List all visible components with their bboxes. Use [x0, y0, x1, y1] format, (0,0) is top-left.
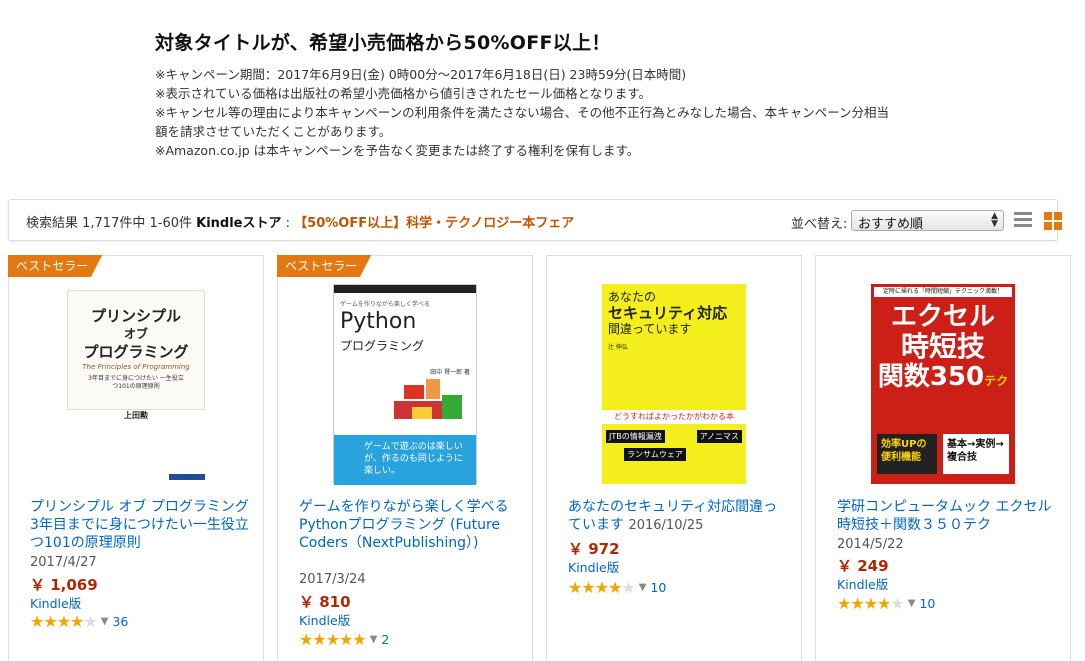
- product-title-link[interactable]: あなたのセキュリティ対応間違っています 2016/10/25: [568, 498, 790, 535]
- product-date: 2017/4/27: [30, 555, 97, 570]
- product-date: 2017/3/24: [299, 572, 366, 587]
- cover-box: 効率UPの便利機能: [877, 434, 937, 474]
- cover-top-text: ゲームを作りながら楽しく学べる: [340, 301, 430, 308]
- cover-tag: JTBの情報漏洩: [606, 430, 665, 443]
- product-price: ￥ 1,069: [30, 576, 98, 594]
- review-count[interactable]: 10: [919, 596, 935, 611]
- cover-title-line: オブ: [123, 327, 148, 341]
- bestseller-badge: ベストセラー: [277, 255, 372, 277]
- results-count-text: 検索結果 1,717件中 1-60件: [26, 216, 197, 231]
- product-price: ￥ 810: [299, 593, 351, 611]
- product-date-line: 2014/5/22: [837, 535, 1059, 554]
- select-arrows-icon: ▲ ▼: [991, 211, 998, 229]
- product-title-link[interactable]: プリンシプル オブ プログラミング 3年目までに身につけたい一生役立つ101の原…: [30, 498, 252, 552]
- cover-tag: アノニマス: [696, 430, 742, 443]
- product-title: ゲームを作りながら楽しく学べるPythonプログラミング (Future Cod…: [299, 499, 509, 551]
- cover-side: 基本→実例→複合技: [943, 434, 1009, 474]
- chevron-down-icon: ▼: [369, 633, 378, 645]
- promo-line: ※表示されている価格は出版社の希望小売価格から値引きされたセール価格となります。: [155, 86, 651, 101]
- product-date: 2014/5/22: [837, 537, 904, 552]
- cover-banner: どうすればよかったかがわかる本: [602, 410, 746, 424]
- format-link[interactable]: Kindle版: [568, 557, 619, 576]
- product-card: あなたの セキュリティ対応 間違っています 辻 伸弘 どうすればよかったかがわか…: [546, 255, 802, 661]
- star-rating-icon: ★★★★★: [30, 611, 98, 631]
- cover-author: 田中 賢一郎 著: [430, 369, 470, 376]
- product-date: 2016/10/25: [628, 518, 704, 533]
- book-cover[interactable]: あなたの セキュリティ対応 間違っています 辻 伸弘 どうすればよかったかがわか…: [602, 284, 746, 484]
- product-date-line: 2017/3/24: [299, 570, 521, 589]
- promo-line: ※キャンペーン期間：2017年6月9日(金) 0時00分〜2017年6月18日(…: [155, 67, 687, 82]
- star-rating-icon: ★★★★★: [299, 629, 367, 649]
- store-name: Kindleストア: [196, 216, 282, 231]
- rating[interactable]: ★★★★★ ▼ 10: [837, 593, 935, 613]
- cover-title-line: 間違っています: [608, 322, 692, 336]
- cover-title-line: プログラミング: [83, 343, 189, 361]
- sort-label: 並べ替え:: [791, 217, 848, 232]
- cover-title-line: セキュリティ対応: [608, 304, 728, 322]
- grid-view-icon[interactable]: [1044, 212, 1062, 230]
- promo-headline: 対象タイトルが、希望小売価格から50%OFF以上！: [155, 32, 611, 54]
- rating[interactable]: ★★★★★ ▼ 36: [30, 611, 128, 631]
- publisher-logo: [169, 474, 205, 480]
- review-count[interactable]: 2: [381, 632, 389, 647]
- product-title: 学研コンピュータムック エクセル時短技＋関数３５０テク: [837, 499, 1052, 533]
- product-title-link[interactable]: 学研コンピュータムック エクセル時短技＋関数３５０テク: [837, 498, 1059, 534]
- format-link[interactable]: Kindle版: [30, 593, 81, 612]
- review-count[interactable]: 36: [112, 614, 128, 629]
- cover-title-line: 関数350テク: [877, 362, 1009, 392]
- chevron-down-icon: ▼: [100, 615, 109, 627]
- star-rating-icon: ★★★★★: [568, 577, 636, 597]
- promo-line: ※Amazon.co.jp は本キャンペーンを予告なく変更または終了する権利を保…: [155, 143, 640, 158]
- cover-title-line: あなたの: [608, 290, 657, 304]
- cover-subtitle: プログラミング: [340, 339, 425, 353]
- star-rating-icon: ★★★★★: [837, 593, 905, 613]
- bestseller-badge: ベストセラー: [8, 255, 103, 277]
- product-card: ベストセラー ゲームを作りながら楽しく学べる Python プログラミング 田中…: [277, 255, 533, 661]
- cover-title-line: プリンシプル: [90, 307, 181, 325]
- book-cover[interactable]: プリンシプル オブ プログラミング The Principles of Prog…: [67, 290, 205, 410]
- cover-author: 上田勲: [124, 411, 148, 420]
- cover-main-title: Python: [340, 309, 417, 334]
- sort-select[interactable]: おすすめ順 ▲ ▼: [851, 210, 1004, 232]
- product-price: ￥ 249: [837, 557, 889, 575]
- product-card: ベストセラー プリンシプル オブ プログラミング The Principles …: [8, 255, 264, 661]
- results-count: 検索結果 1,717件中 1-60件 Kindleストア : 【50%OFF以上…: [26, 212, 574, 231]
- results-separator: :: [281, 216, 295, 231]
- rating[interactable]: ★★★★★ ▼ 10: [568, 577, 666, 597]
- promo-section: 対象タイトルが、希望小売価格から50%OFF以上！ ※キャンペーン期間：2017…: [155, 28, 955, 160]
- chevron-down-icon: ▼: [638, 581, 647, 593]
- product-price: ￥ 972: [568, 540, 620, 558]
- list-view-icon[interactable]: [1014, 212, 1032, 228]
- sort-value: おすすめ順: [858, 217, 924, 232]
- cover-title-line: エクセル: [890, 302, 995, 332]
- cover-top-text: 定時に帰れる「時間短縮」テクニック満載！: [874, 287, 1012, 297]
- cover-tag: ランサムウェア: [624, 448, 686, 461]
- promo-line: 額を請求させていただくことがあります。: [155, 124, 392, 139]
- format-link[interactable]: Kindle版: [837, 574, 888, 593]
- chevron-down-icon: ▼: [907, 597, 916, 609]
- cover-note: ゲームで遊ぶのは楽しいが、作るのも同じように楽しい。: [334, 435, 476, 485]
- product-date-line: 2017/4/27: [30, 553, 252, 572]
- cover-subtitle: 3年目までに身につけたい 一生役立つ101の原理原則: [88, 375, 184, 390]
- book-cover[interactable]: 定時に帰れる「時間短縮」テクニック満載！ エクセル 時短技 関数350テク 効率…: [871, 284, 1015, 484]
- product-title: プリンシプル オブ プログラミング 3年目までに身につけたい一生役立つ101の原…: [30, 499, 249, 551]
- book-cover[interactable]: ゲームを作りながら楽しく学べる Python プログラミング 田中 賢一郎 著 …: [333, 284, 477, 485]
- cover-title-line: 時短技: [900, 330, 985, 363]
- fair-name: 【50%OFF以上】科学・テクノロジー本フェア: [294, 216, 575, 231]
- cover-author: 辻 伸弘: [608, 344, 628, 351]
- promo-line: ※キャンセル等の理由により本キャンペーンの利用条件を満たさない場合、その他不正行…: [155, 105, 889, 120]
- format-link[interactable]: Kindle版: [299, 610, 350, 629]
- review-count[interactable]: 10: [650, 580, 666, 595]
- results-bar: 検索結果 1,717件中 1-60件 Kindleストア : 【50%OFF以上…: [8, 199, 1062, 241]
- product-card: 定時に帰れる「時間短縮」テクニック満載！ エクセル 時短技 関数350テク 効率…: [815, 255, 1071, 661]
- product-title-link[interactable]: ゲームを作りながら楽しく学べるPythonプログラミング (Future Cod…: [299, 498, 521, 552]
- rating[interactable]: ★★★★★ ▼ 2: [299, 629, 389, 649]
- cover-english-title: The Principles of Programming: [82, 363, 190, 371]
